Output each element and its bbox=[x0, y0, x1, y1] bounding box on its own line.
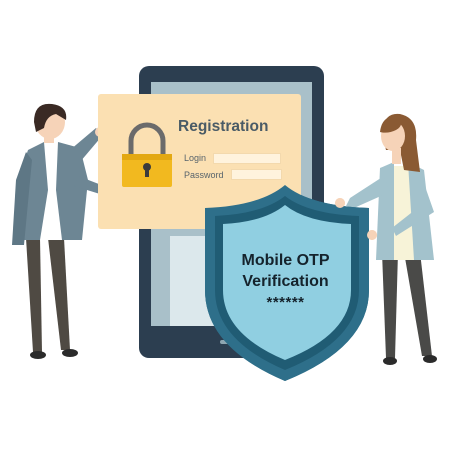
login-field[interactable] bbox=[213, 153, 281, 164]
shield-title-line1: Mobile OTP bbox=[241, 252, 330, 269]
otp-illustration: Registration Login Password Mobile OTP V… bbox=[0, 0, 450, 450]
shield-title-line2: Verification bbox=[242, 273, 329, 290]
password-field[interactable] bbox=[231, 169, 282, 180]
password-label: Password bbox=[184, 170, 224, 180]
padlock-icon bbox=[122, 122, 172, 187]
otp-mask: ****** bbox=[266, 294, 305, 311]
card-overlay bbox=[122, 122, 377, 381]
registration-title: Registration bbox=[178, 118, 269, 135]
login-label: Login bbox=[184, 153, 207, 163]
